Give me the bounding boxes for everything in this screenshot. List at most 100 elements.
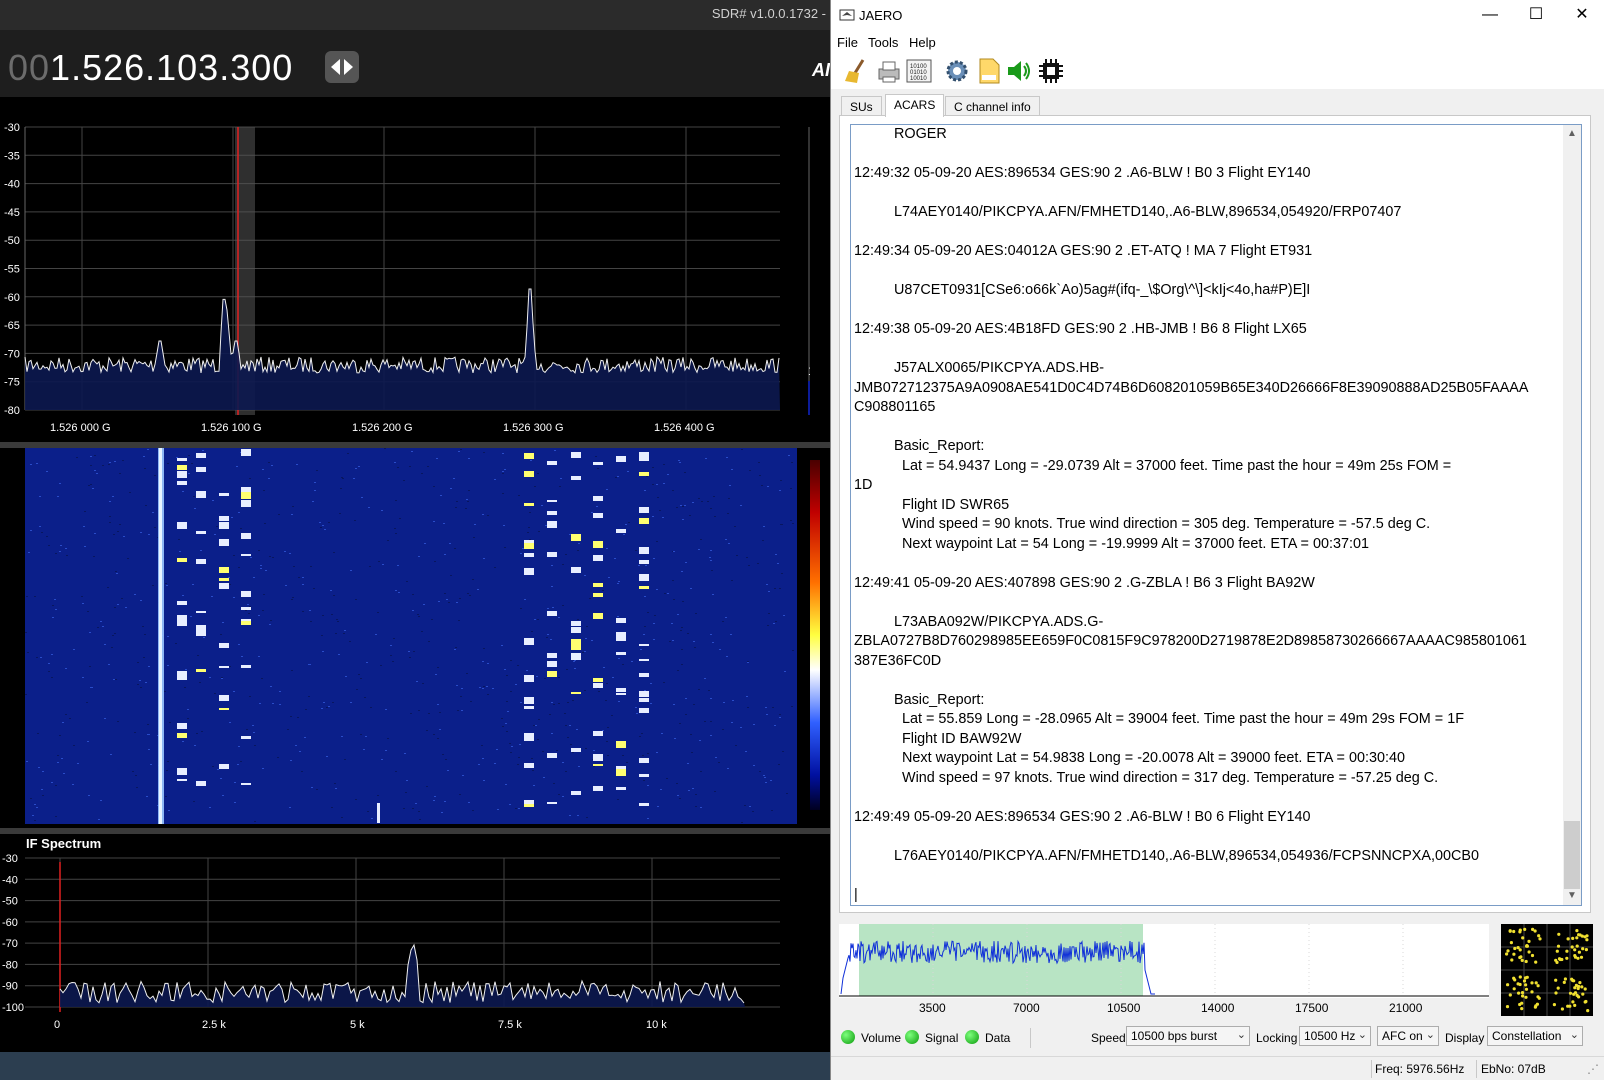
broom-icon[interactable] [843,57,871,85]
status-controls: Volume Signal Data Speed 10500 bps burst… [831,1022,1604,1052]
burst-mark [196,781,206,786]
noise-speck [116,573,118,574]
noise-speck [562,796,564,797]
resize-grip-icon[interactable]: ⋰ [1587,1062,1599,1076]
frequency-leading-digits[interactable]: 00 [8,47,50,88]
y-tick-label: -90 [2,981,18,993]
waterfall-display[interactable] [0,448,830,828]
close-button[interactable]: ✕ [1559,0,1604,30]
noise-speck [82,603,84,604]
waterfall-color-scale[interactable] [810,460,820,810]
frequency-step-button[interactable] [325,51,359,83]
noise-speck [510,752,512,753]
noise-speck [55,785,57,786]
speaker-icon[interactable] [1005,57,1033,85]
noise-speck [595,456,597,457]
acars-log-text[interactable]: ROGER 12:49:32 05-09-20 AES:896534 GES:9… [851,125,1563,905]
noise-speck [642,755,644,756]
noise-speck [723,702,725,703]
noise-speck [260,568,262,569]
noise-speck [782,751,784,752]
burst-mark [639,708,649,713]
burst-mark [219,764,229,769]
noise-speck [482,758,484,759]
frequency-digits[interactable]: 1.526.103.300 [50,47,293,88]
demod-spectrum[interactable]: 3500 7000 10500 14000 17500 21000 [839,924,1489,1020]
noise-speck [483,648,485,649]
scroll-down-icon[interactable]: ▼ [1567,890,1577,901]
tab-c-channel-info[interactable]: C channel info [945,96,1040,116]
binary-data-icon[interactable]: 10100 01010 10010 [905,57,933,85]
tab-acars[interactable]: ACARS [885,94,945,117]
noise-speck [585,638,587,639]
menu-tools[interactable]: Tools [868,35,898,50]
scroll-thumb[interactable] [1564,821,1580,889]
noise-speck [332,702,334,703]
printer-icon[interactable] [875,57,903,85]
noise-speck [132,771,134,772]
noise-speck [216,526,218,527]
burst-mark [547,461,557,465]
log-scrollbar[interactable]: ▲ ▼ [1563,125,1581,905]
noise-speck [250,557,252,558]
noise-speck [622,755,624,756]
afc-select[interactable]: AFC on ⌄ [1377,1026,1439,1046]
log-file-icon[interactable] [975,57,1003,85]
afc-value: AFC on [1382,1029,1423,1043]
noise-speck [644,490,646,491]
rf-spectrum-plot[interactable]: -30 -35 -40 -45 -50 -55 -60 -65 -70 -75 -80 1.526 … [0,97,810,442]
if-spectrum-plot[interactable]: IF Spectrum -30 -40 -50 -60 -70 -80 -90 -100 0 2… [0,834,810,1052]
noise-speck [344,759,346,760]
chip-icon[interactable] [1037,57,1065,85]
noise-speck [350,570,352,571]
noise-speck [483,452,485,453]
noise-speck [768,591,770,592]
display-select[interactable]: Constellation ⌄ [1487,1026,1583,1046]
noise-speck [732,700,734,701]
noise-speck [262,610,264,611]
gear-icon[interactable] [943,57,971,85]
noise-speck [117,604,119,605]
noise-speck [295,745,297,746]
noise-speck [569,534,571,535]
noise-speck [196,733,198,734]
tab-sus[interactable]: SUs [841,96,882,116]
noise-speck [182,741,184,742]
acars-log[interactable]: ROGER 12:49:32 05-09-20 AES:896534 GES:9… [850,124,1582,906]
noise-speck [487,515,489,516]
menu-help[interactable]: Help [909,35,936,50]
noise-speck [791,462,793,463]
burst-mark [571,692,581,694]
noise-speck [699,740,701,741]
frequency-display[interactable]: 001.526.103.300 [8,47,293,89]
menu-file[interactable]: File [837,35,858,50]
chevron-down-icon: ⌄ [1569,1029,1579,1041]
noise-speck [166,770,168,771]
noise-speck [57,496,59,497]
maximize-button[interactable]: ☐ [1513,0,1559,30]
noise-speck [608,577,610,578]
burst-mark [593,558,603,561]
noise-speck [268,478,270,479]
noise-speck [472,810,474,811]
noise-speck [685,698,687,699]
constellation-plot[interactable] [1501,924,1593,1016]
burst-mark [639,803,649,806]
noise-speck [765,782,767,783]
speed-select[interactable]: 10500 bps burst ⌄ [1126,1026,1250,1046]
noise-speck [554,450,556,451]
locking-select[interactable]: 10500 Hz ⌄ [1299,1026,1371,1046]
noise-speck [528,527,530,528]
scroll-up-icon[interactable]: ▲ [1567,128,1577,139]
noise-speck [310,566,312,567]
noise-speck [72,784,74,785]
noise-speck [222,795,224,796]
noise-speck [304,737,306,738]
noise-speck [109,462,111,463]
minimize-button[interactable]: — [1467,0,1513,30]
noise-speck [231,517,233,518]
x-tick-label: 5 k [350,1019,365,1031]
noise-speck [727,513,729,514]
noise-speck [681,627,683,628]
noise-speck [591,640,593,641]
